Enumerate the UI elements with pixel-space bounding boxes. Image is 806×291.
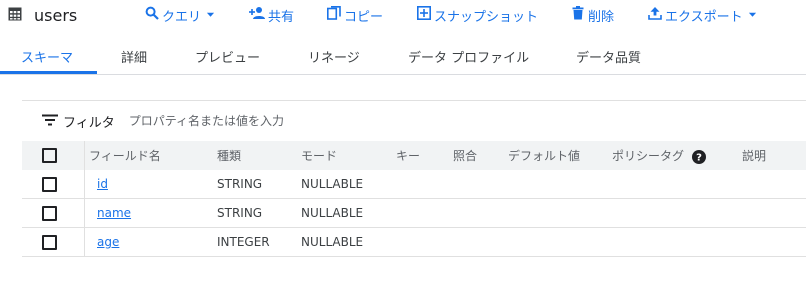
filter-label: フィルタ — [63, 115, 115, 131]
table-row: id STRING NULLABLE — [22, 170, 806, 199]
row-checkbox-cell — [22, 198, 85, 228]
field-type-cell: STRING — [201, 198, 301, 228]
field-name-link[interactable]: id — [97, 177, 108, 191]
person-add-icon — [249, 6, 265, 24]
upload-icon — [648, 6, 662, 24]
title-area: users — [8, 4, 77, 26]
search-icon — [145, 6, 159, 24]
header-field-name[interactable]: フィールド名 — [84, 141, 201, 170]
export-button-label: エクスポート — [665, 9, 743, 25]
header-description: 説明 — [742, 141, 806, 170]
row-checkbox-cell — [22, 227, 85, 257]
tab-details[interactable]: 詳細 — [121, 38, 147, 74]
svg-text:?: ? — [696, 152, 702, 163]
row-checkbox[interactable] — [42, 234, 57, 250]
table-icon — [8, 6, 22, 25]
active-tab-indicator — [0, 71, 97, 74]
field-mode-cell: NULLABLE — [301, 170, 396, 199]
tab-data-quality[interactable]: データ品質 — [576, 38, 641, 74]
copy-button-label: コピー — [344, 9, 384, 25]
row-checkbox-cell — [22, 170, 85, 199]
snapshot-icon — [417, 6, 431, 24]
field-name-link[interactable]: name — [97, 206, 131, 220]
share-button[interactable]: 共有 — [249, 5, 294, 25]
filter-icon — [22, 112, 58, 131]
header-key: キー — [396, 141, 453, 170]
header-default-value: デフォルト値 — [508, 141, 612, 170]
tab-bar: スキーマ 詳細 プレビュー リネージ データ プロファイル データ品質 — [0, 38, 806, 75]
row-checkbox[interactable] — [42, 205, 57, 221]
copy-button[interactable]: コピー — [327, 5, 383, 25]
row-checkbox[interactable] — [42, 176, 57, 192]
table-row: age INTEGER NULLABLE — [22, 227, 806, 257]
chevron-down-icon — [746, 8, 757, 23]
share-button-label: 共有 — [268, 9, 295, 25]
delete-icon — [571, 6, 585, 24]
select-all-checkbox[interactable] — [42, 148, 57, 163]
field-type-cell: INTEGER — [201, 227, 301, 257]
query-button[interactable]: クエリ — [145, 5, 215, 25]
field-mode-cell: NULLABLE — [301, 227, 396, 257]
snapshot-button[interactable]: スナップショット — [417, 5, 538, 25]
header-policy-tags: ポリシータグ ? — [612, 141, 742, 170]
header-collation: 照合 — [453, 141, 508, 170]
snapshot-button-label: スナップショット — [434, 9, 539, 25]
query-button-label: クエリ — [162, 9, 202, 25]
field-mode-cell: NULLABLE — [301, 198, 396, 228]
tab-lineage[interactable]: リネージ — [308, 38, 360, 74]
delete-button[interactable]: 削除 — [571, 5, 614, 25]
field-name-cell: name — [84, 198, 201, 228]
filter-bar: フィルタ — [22, 100, 806, 142]
field-name-cell: age — [84, 227, 201, 257]
tab-schema[interactable]: スキーマ — [21, 38, 73, 74]
filter-input[interactable] — [126, 113, 531, 129]
toolbar: users クエリ 共有 コピー スナップショット 削除 エクスポート — [0, 0, 806, 30]
tab-data-profile[interactable]: データ プロファイル — [408, 38, 529, 74]
help-icon[interactable]: ? — [688, 149, 706, 164]
table-header-row: フィールド名 種類 モード キー 照合 デフォルト値 ポリシータグ ? 説明 — [22, 141, 806, 170]
schema-table: フィールド名 種類 モード キー 照合 デフォルト値 ポリシータグ ? 説明 i… — [22, 141, 806, 257]
delete-button-label: 削除 — [588, 9, 615, 25]
field-name-link[interactable]: age — [97, 235, 119, 249]
header-policy-tags-label: ポリシータグ — [612, 149, 685, 163]
header-checkbox-cell — [22, 141, 85, 170]
page-title: users — [34, 5, 78, 25]
export-button[interactable]: エクスポート — [648, 5, 757, 25]
table-row: name STRING NULLABLE — [22, 198, 806, 228]
field-name-cell: id — [84, 170, 201, 199]
header-mode: モード — [301, 141, 396, 170]
tab-preview[interactable]: プレビュー — [195, 38, 260, 74]
field-type-cell: STRING — [201, 170, 301, 199]
header-type: 種類 — [201, 141, 301, 170]
copy-icon — [327, 6, 341, 24]
chevron-down-icon — [204, 8, 215, 23]
